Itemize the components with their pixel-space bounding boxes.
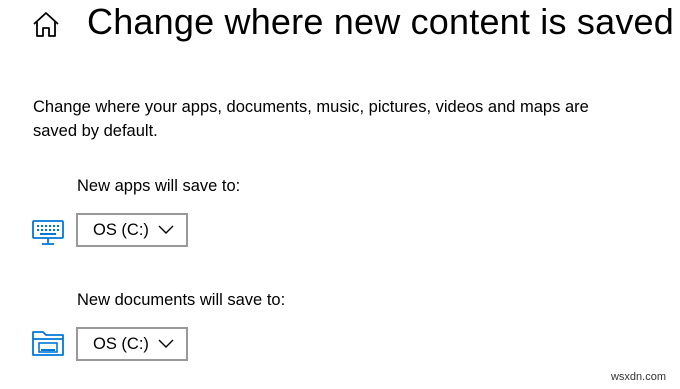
folder-drive-icon [31,328,65,358]
page-description: Change where your apps, documents, music… [33,98,589,140]
chevron-down-icon [158,225,174,234]
apps-drive-dropdown[interactable]: OS (C:) [76,213,188,247]
monitor-keyboard-icon [31,218,65,248]
chevron-down-icon [158,339,174,348]
apps-drive-selected: OS (C:) [93,221,149,239]
documents-save-location-label: New documents will save to: [77,291,286,309]
home-icon [33,12,59,37]
documents-drive-dropdown[interactable]: OS (C:) [76,327,188,361]
page-title: Change where new content is saved [87,1,674,42]
apps-save-location-label: New apps will save to: [77,177,241,195]
watermark: wsxdn.com [610,371,666,383]
documents-drive-selected: OS (C:) [93,335,149,353]
settings-page: Change where new content is saved Change… [0,0,680,389]
home-button[interactable] [30,9,62,41]
